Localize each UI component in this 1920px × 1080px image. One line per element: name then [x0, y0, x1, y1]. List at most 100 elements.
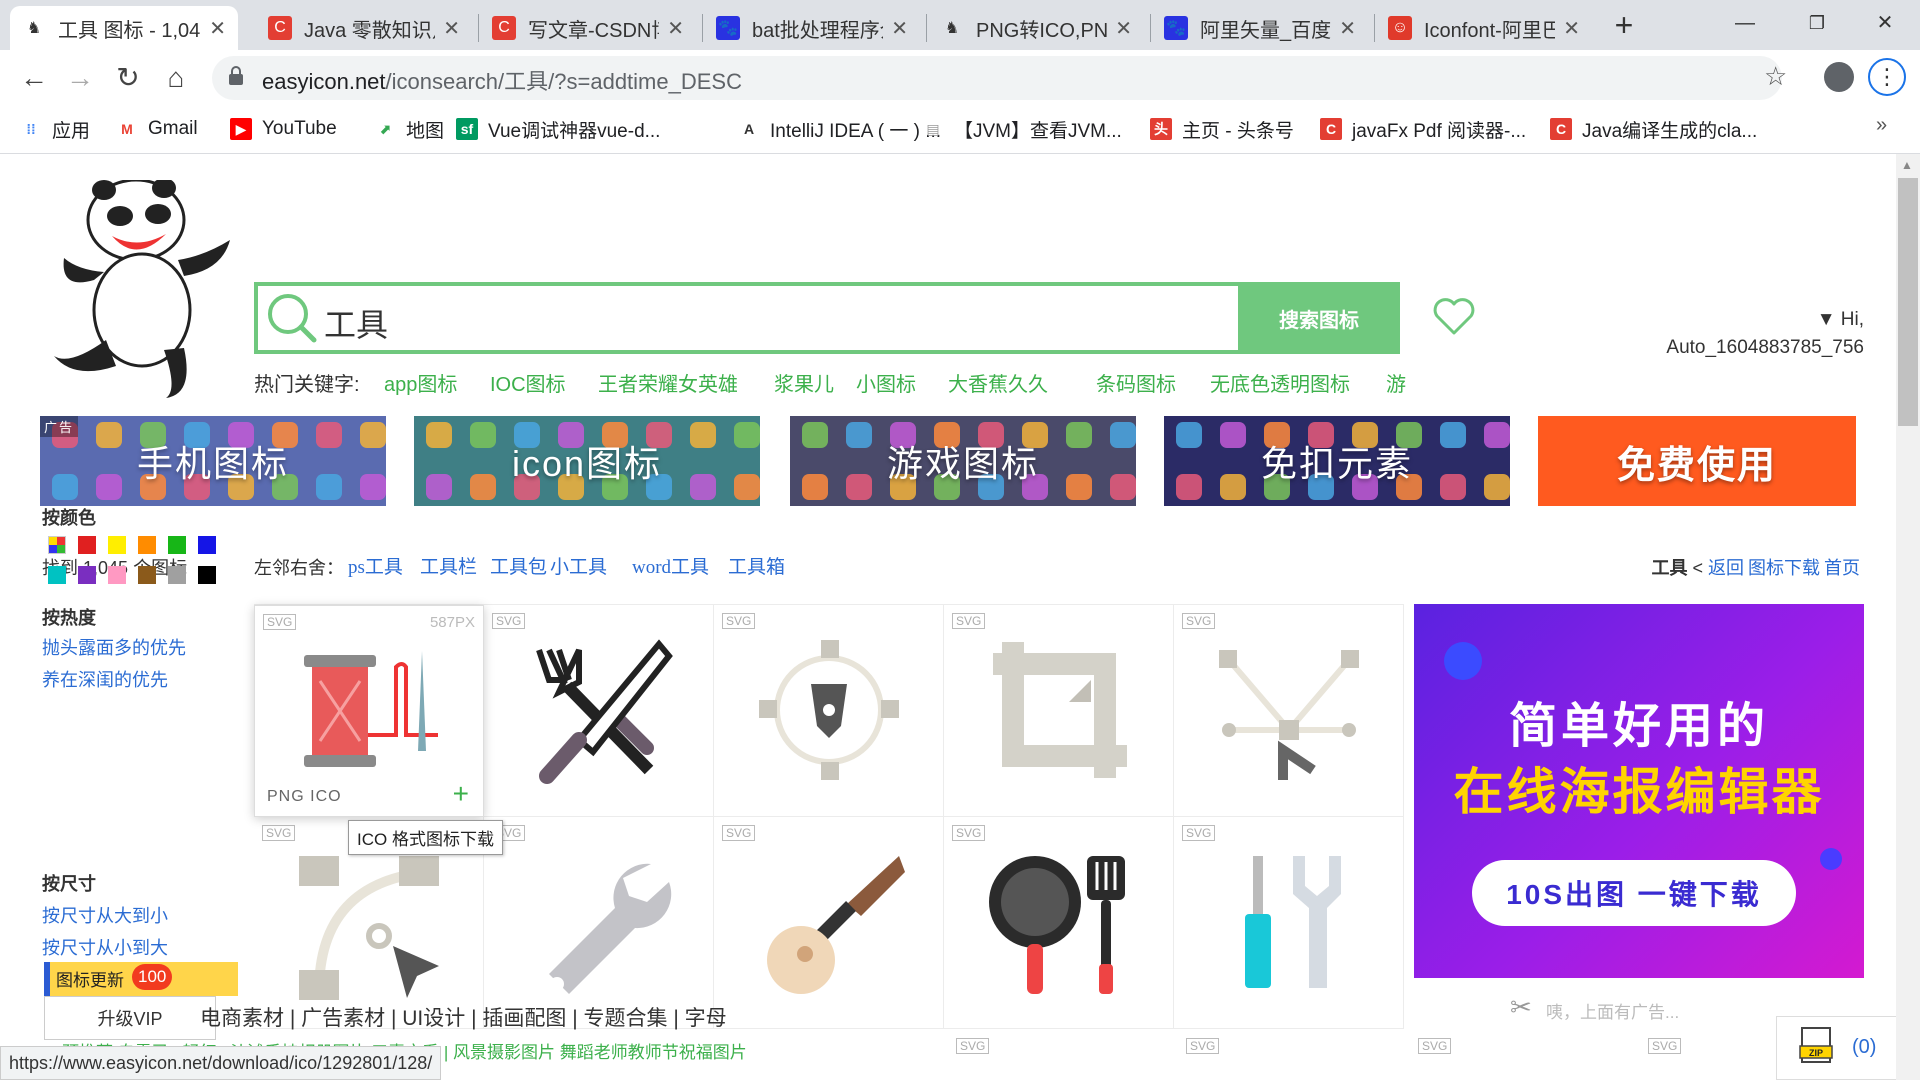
tab-close-icon[interactable]: ✕	[1563, 16, 1580, 41]
maximize-button[interactable]: ❐	[1788, 4, 1846, 42]
bezier-curve-icon[interactable]	[289, 842, 449, 1002]
bookmark-6[interactable]: ▤ 【JVM】查看JVM...	[922, 114, 1121, 144]
bookmark-2[interactable]: ▶ YouTube	[230, 114, 337, 144]
color-swatch[interactable]	[78, 536, 96, 554]
scrollbar-thumb[interactable]	[1898, 178, 1918, 426]
crop-tool-icon[interactable]	[979, 630, 1139, 790]
ukulele-icon[interactable]	[749, 842, 909, 1002]
hot-keyword-link[interactable]: 浆果儿	[774, 368, 834, 397]
icon-card[interactable]: SVG	[484, 817, 714, 1029]
breadcrumb-link[interactable]: 图标下载	[1748, 558, 1820, 578]
banner-0[interactable]: 广告 手机图标	[40, 416, 386, 506]
footer-category-links[interactable]: 电商素材 | 广告素材 | UI设计 | 插画配图 | 专题合集 | 字母	[200, 1002, 727, 1032]
color-swatch[interactable]	[48, 566, 66, 584]
search-input[interactable]: 工具	[324, 300, 388, 346]
bookmark-0[interactable]: ⁞⁞ 应用	[20, 114, 90, 144]
color-swatch[interactable]	[198, 536, 216, 554]
tab-5[interactable]: 🐾 阿里矢量_百度搜索 ✕	[1152, 6, 1368, 50]
bookmark-5[interactable]: A IntelliJ IDEA ( 一 ) ...	[738, 114, 941, 144]
ad-poster-editor[interactable]: 简单好用的 在线海报编辑器 10S出图 一键下载	[1414, 604, 1864, 978]
tab-6[interactable]: ☺ Iconfont-阿里巴巴 ✕	[1376, 6, 1592, 50]
hot-keyword-link[interactable]: app图标	[384, 368, 457, 397]
related-link[interactable]: 小工具	[550, 552, 607, 579]
heart-favorite-icon[interactable]	[1432, 296, 1476, 336]
related-link[interactable]: 工具箱	[728, 552, 785, 579]
banner-3[interactable]: 免扣元素	[1164, 416, 1510, 506]
search-icon[interactable]	[266, 292, 318, 344]
minimize-button[interactable]: —	[1716, 4, 1774, 42]
bookmark-9[interactable]: C Java编译生成的cla...	[1550, 114, 1757, 144]
hot-keyword-link[interactable]: 王者荣耀女英雄	[598, 368, 738, 397]
banner-1[interactable]: icon图标	[414, 416, 760, 506]
icon-card[interactable]: SVG	[714, 817, 944, 1029]
panda-logo-icon[interactable]	[54, 180, 234, 400]
tab-close-icon[interactable]: ✕	[891, 16, 908, 41]
size-link-asc[interactable]: 按尺寸从小到大	[42, 934, 168, 960]
wrench-icon[interactable]	[519, 842, 679, 1002]
color-swatch[interactable]	[168, 566, 186, 584]
add-to-basket-icon[interactable]: +	[453, 778, 469, 810]
vector-nodes-icon[interactable]	[1209, 630, 1369, 790]
banner-2[interactable]: 游戏图标	[790, 416, 1136, 506]
color-swatch[interactable]	[48, 536, 66, 554]
hot-keyword-link[interactable]: 游	[1386, 368, 1406, 397]
bookmark-1[interactable]: M Gmail	[116, 114, 197, 144]
hot-keyword-link[interactable]: 无底色透明图标	[1210, 368, 1350, 397]
thread-spool-needle-icon[interactable]	[290, 631, 450, 791]
browser-menu-button[interactable]: ⋮	[1868, 58, 1906, 96]
size-link-desc[interactable]: 按尺寸从大到小	[42, 902, 168, 928]
hot-keyword-link[interactable]: 大香蕉久久	[948, 368, 1048, 397]
home-button[interactable]: ⌂	[156, 62, 196, 94]
color-swatch[interactable]	[78, 566, 96, 584]
profile-avatar-icon[interactable]	[1824, 62, 1854, 92]
bookmarks-overflow-button[interactable]: »	[1876, 114, 1887, 137]
icon-card[interactable]: SVG	[1174, 817, 1404, 1029]
related-link[interactable]: ps工具	[348, 552, 403, 579]
screwdriver-wrench-icon[interactable]	[1209, 842, 1369, 1002]
hot-keyword-link[interactable]: IOC图标	[490, 368, 566, 397]
scroll-up-arrow-icon[interactable]: ▲	[1901, 158, 1913, 172]
heat-link-rare[interactable]: 养在深闺的优先	[42, 666, 168, 692]
upgrade-vip-button[interactable]: 升级VIP	[44, 996, 216, 1040]
ad-cta-button[interactable]: 10S出图 一键下载	[1472, 860, 1796, 926]
tab-2[interactable]: C 写文章-CSDN博客 ✕	[480, 6, 696, 50]
icon-card[interactable]: SVG 587PX PNG ICO +	[254, 605, 484, 817]
pen-tool-icon[interactable]	[749, 630, 909, 790]
color-swatch[interactable]	[108, 536, 126, 554]
bookmark-8[interactable]: CjavaFx Pdf 阅读器-...	[1320, 114, 1526, 144]
related-link[interactable]: word工具	[632, 552, 709, 579]
bookmark-4[interactable]: sf Vue调试神器vue-d...	[456, 114, 660, 144]
color-swatch[interactable]	[138, 536, 156, 554]
tab-close-icon[interactable]: ✕	[1339, 16, 1356, 41]
tab-close-icon[interactable]: ✕	[1115, 16, 1132, 41]
icon-card[interactable]: SVG	[1174, 605, 1404, 817]
color-swatch[interactable]	[198, 566, 216, 584]
download-basket[interactable]	[1776, 1016, 1906, 1080]
bookmark-star-icon[interactable]: ☆	[1764, 61, 1787, 92]
lock-icon[interactable]	[228, 66, 244, 86]
hot-keyword-link[interactable]: 条码图标	[1096, 368, 1176, 397]
tab-3[interactable]: 🐾 bat批处理程序介绍 ✕	[704, 6, 920, 50]
color-swatch[interactable]	[138, 566, 156, 584]
icon-update-label[interactable]: 图标更新	[56, 966, 124, 991]
heat-link-popular[interactable]: 抛头露面多的优先	[42, 634, 186, 660]
search-button[interactable]: 搜索图标	[1238, 282, 1400, 354]
icon-card[interactable]: SVG	[944, 817, 1174, 1029]
zip-archive-icon[interactable]: ZIP	[1798, 1026, 1836, 1064]
fork-knife-crossed-icon[interactable]	[519, 630, 679, 790]
tab-close-icon[interactable]: ✕	[209, 16, 226, 41]
new-tab-button[interactable]: +	[1604, 8, 1644, 42]
bookmark-3[interactable]: ⬈ 地图	[374, 114, 444, 144]
user-greeting[interactable]: ▼ Hi, Auto_1604883785_756	[1640, 306, 1864, 362]
icon-card[interactable]: SVG	[484, 605, 714, 817]
icon-card[interactable]: SVG	[714, 605, 944, 817]
tab-1[interactable]: C Java 零散知识点 ✕	[256, 6, 472, 50]
bookmark-7[interactable]: 头主页 - 头条号	[1150, 114, 1294, 144]
forward-button[interactable]: →	[60, 62, 100, 94]
reload-button[interactable]: ↻	[108, 62, 148, 94]
pan-spatula-icon[interactable]	[979, 842, 1139, 1002]
url-text[interactable]: easyicon.net/iconsearch/工具/?s=addtime_DE…	[262, 64, 742, 96]
window-close-button[interactable]: ✕	[1856, 4, 1914, 42]
breadcrumb-link[interactable]: 返回	[1708, 558, 1744, 578]
tab-0[interactable]: ♞ 工具 图标 - 1,045 ✕	[10, 6, 238, 50]
